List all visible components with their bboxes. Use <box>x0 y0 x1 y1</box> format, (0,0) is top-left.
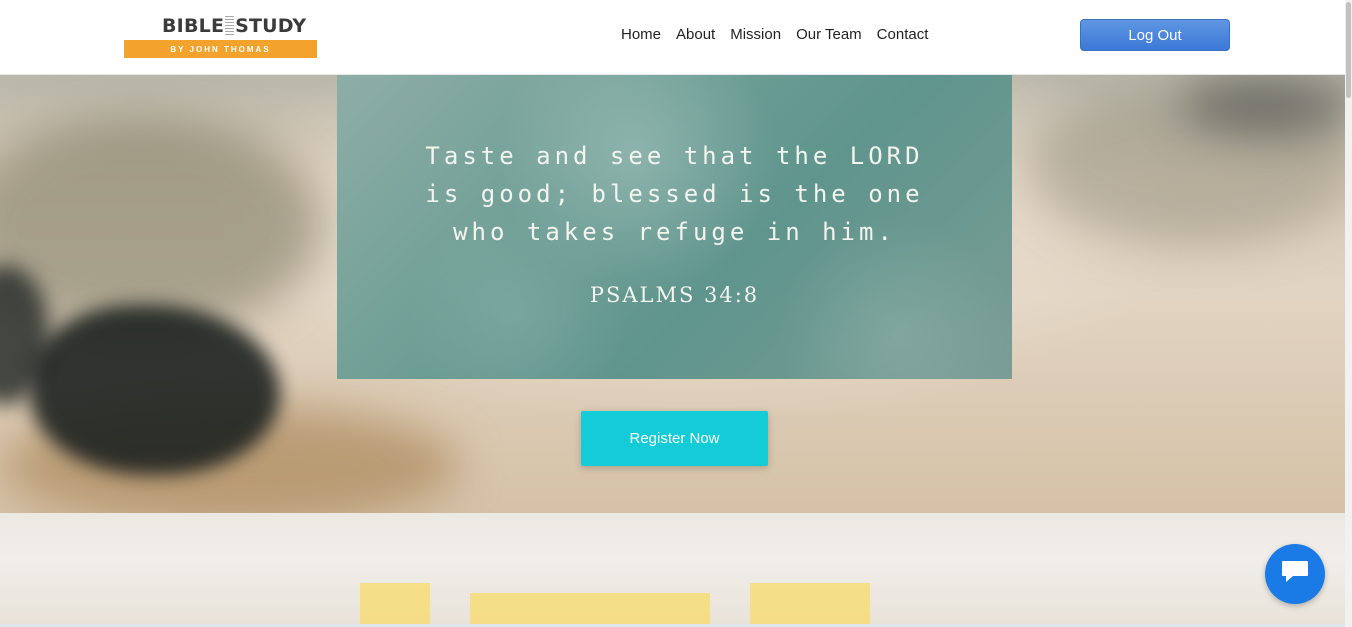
main-nav: Home About Mission Our Team Contact <box>621 26 943 43</box>
nav-about[interactable]: About <box>676 26 715 43</box>
nav-mission[interactable]: Mission <box>730 26 781 43</box>
verse-text: Taste and see that the LORD is good; ble… <box>425 142 924 246</box>
chat-widget-button[interactable] <box>1265 544 1325 604</box>
nav-contact[interactable]: Contact <box>877 26 929 43</box>
site-header: BIBLE STUDY BY JOHN THOMAS Home About Mis… <box>0 0 1345 75</box>
background-bible-image <box>0 513 1345 627</box>
scrollbar-thumb[interactable] <box>1346 2 1351 98</box>
verse-card: Taste and see that the LORD is good; ble… <box>337 75 1012 379</box>
site-logo[interactable]: BIBLE STUDY BY JOHN THOMAS <box>124 14 317 58</box>
nav-our-team[interactable]: Our Team <box>796 26 862 43</box>
hero-section: Taste and see that the LORD is good; ble… <box>0 75 1345 627</box>
logo-title: BIBLE STUDY <box>162 15 307 37</box>
logout-button[interactable]: Log Out <box>1080 19 1230 51</box>
register-now-button[interactable]: Register Now <box>581 411 768 466</box>
chat-bubble-icon <box>1280 558 1310 591</box>
verse-reference: PSALMS 34:8 <box>589 283 760 307</box>
nav-home[interactable]: Home <box>621 26 661 43</box>
background-glasses-image <box>30 305 280 475</box>
logo-subtitle: BY JOHN THOMAS <box>124 40 317 58</box>
